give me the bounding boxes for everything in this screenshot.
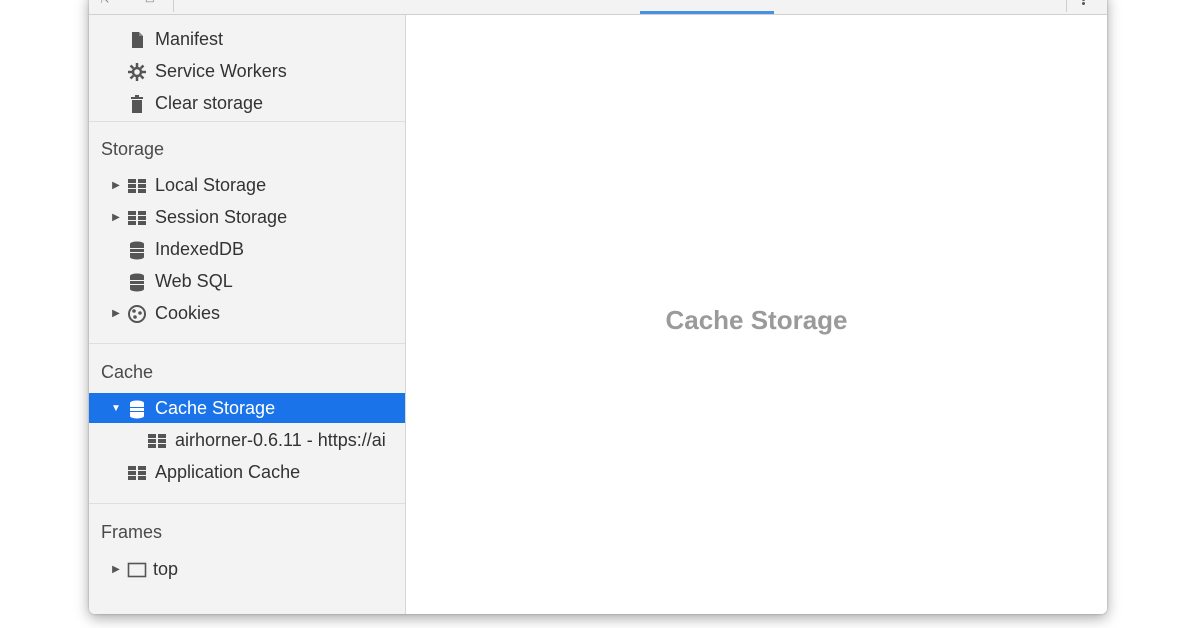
toolbar-separator [173, 0, 174, 12]
frame-icon [127, 560, 147, 578]
sidebar-item-frame-top[interactable]: ▶ top [89, 554, 405, 584]
inspect-icon[interactable]: ⇱ [101, 0, 113, 6]
sidebar-item-label: Cookies [155, 302, 221, 323]
sidebar-item-service-workers[interactable]: Service Workers [89, 56, 405, 86]
grid-icon [127, 208, 147, 226]
devtools-window: ⇱ ▭ Manifest Service Workers Clear stora… [89, 0, 1107, 614]
sidebar-item-indexeddb[interactable]: IndexedDB [89, 234, 405, 264]
sidebar-item-label: Local Storage [155, 174, 267, 195]
sidebar-item-label: Web SQL [155, 270, 233, 291]
sidebar-item-label: Application Cache [155, 461, 301, 482]
grid-icon [127, 463, 147, 481]
sidebar-item-manifest[interactable]: Manifest [89, 24, 405, 54]
sidebar-item-cache-storage[interactable]: ▼ Cache Storage [89, 393, 405, 423]
sidebar-item-session-storage[interactable]: ▶ Session Storage [89, 202, 405, 232]
main-panel: Cache Storage [406, 15, 1107, 614]
sidebar-item-cookies[interactable]: ▶ Cookies [89, 298, 405, 328]
file-icon [127, 30, 147, 48]
sidebar-item-label: Clear storage [155, 92, 264, 113]
expand-arrow-icon[interactable]: ▶ [111, 180, 121, 191]
sidebar-item-clear-storage[interactable]: Clear storage [89, 88, 405, 118]
grid-icon [127, 176, 147, 194]
sidebar-item-label: airhorner-0.6.11 - https://ai [175, 429, 386, 450]
section-divider [89, 343, 405, 344]
section-header-storage: Storage [101, 139, 165, 159]
trash-icon [127, 94, 147, 113]
sidebar-item-application-cache[interactable]: Application Cache [89, 457, 405, 487]
grid-icon [147, 431, 167, 449]
sidebar-item-label: top [153, 558, 179, 579]
expand-arrow-icon[interactable]: ▶ [111, 564, 121, 575]
active-tab-indicator [640, 11, 774, 14]
section-divider [89, 503, 405, 504]
application-sidebar: Manifest Service Workers Clear storage S… [89, 15, 406, 614]
section-divider [89, 121, 405, 122]
sidebar-item-label: Cache Storage [155, 397, 276, 418]
device-toolbar-icon[interactable]: ▭ [145, 0, 157, 6]
sidebar-item-label: Session Storage [155, 206, 288, 227]
database-icon [127, 399, 147, 419]
sidebar-item-label: IndexedDB [155, 238, 245, 259]
more-options-icon[interactable] [1082, 0, 1085, 5]
expand-arrow-icon[interactable]: ▶ [111, 308, 121, 319]
cookie-icon [127, 304, 147, 323]
sidebar-item-cache-entry[interactable]: airhorner-0.6.11 - https://ai [89, 425, 405, 455]
devtools-toolbar: ⇱ ▭ [89, 0, 1107, 15]
expand-arrow-icon[interactable]: ▶ [111, 212, 121, 223]
toolbar-separator [1066, 0, 1067, 12]
sidebar-item-web-sql[interactable]: Web SQL [89, 266, 405, 296]
panel-title: Cache Storage [665, 305, 848, 335]
gear-icon [127, 62, 147, 81]
section-header-cache: Cache [101, 362, 154, 382]
sidebar-item-label: Service Workers [155, 60, 287, 81]
database-icon [127, 272, 147, 292]
sidebar-item-local-storage[interactable]: ▶ Local Storage [89, 170, 405, 200]
sidebar-item-label: Manifest [155, 28, 224, 49]
section-header-frames: Frames [101, 522, 163, 542]
database-icon [127, 240, 147, 260]
collapse-arrow-icon[interactable]: ▼ [111, 403, 121, 414]
